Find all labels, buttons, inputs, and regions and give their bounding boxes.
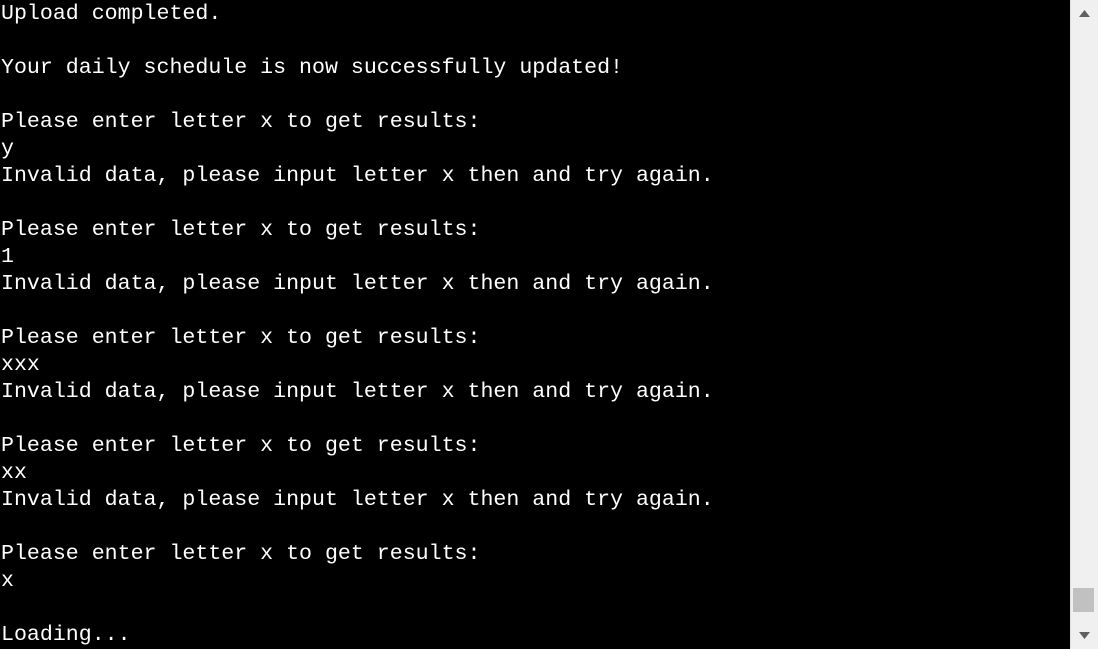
terminal-line: Upload completed.: [1, 2, 222, 26]
triangle-down-icon: [1079, 632, 1090, 639]
terminal-line: Please enter letter x to get results:: [1, 218, 481, 242]
terminal-line: 1: [1, 245, 14, 269]
terminal-window: Upload completed. Your daily schedule is…: [0, 0, 1098, 649]
scrollbar-thumb[interactable]: [1073, 588, 1094, 612]
terminal-line: Invalid data, please input letter x then…: [1, 164, 714, 188]
triangle-up-icon: [1079, 10, 1090, 17]
terminal-line: Invalid data, please input letter x then…: [1, 380, 714, 404]
terminal-output[interactable]: Upload completed. Your daily schedule is…: [0, 0, 1068, 649]
terminal-line: xx: [1, 461, 27, 485]
vertical-scrollbar[interactable]: [1070, 0, 1098, 649]
terminal-line: Please enter letter x to get results:: [1, 326, 481, 350]
terminal-line: x: [1, 569, 14, 593]
terminal-line: Please enter letter x to get results:: [1, 434, 481, 458]
terminal-line: Invalid data, please input letter x then…: [1, 488, 714, 512]
terminal-line: xxx: [1, 353, 40, 377]
terminal-line: Invalid data, please input letter x then…: [1, 272, 714, 296]
terminal-line: Please enter letter x to get results:: [1, 110, 481, 134]
terminal-line: Please enter letter x to get results:: [1, 542, 481, 566]
terminal-line: Loading...: [1, 623, 131, 647]
terminal-line: Your daily schedule is now successfully …: [1, 56, 624, 80]
terminal-line: y: [1, 137, 14, 161]
scroll-up-button[interactable]: [1071, 0, 1098, 27]
scroll-down-button[interactable]: [1071, 622, 1098, 649]
